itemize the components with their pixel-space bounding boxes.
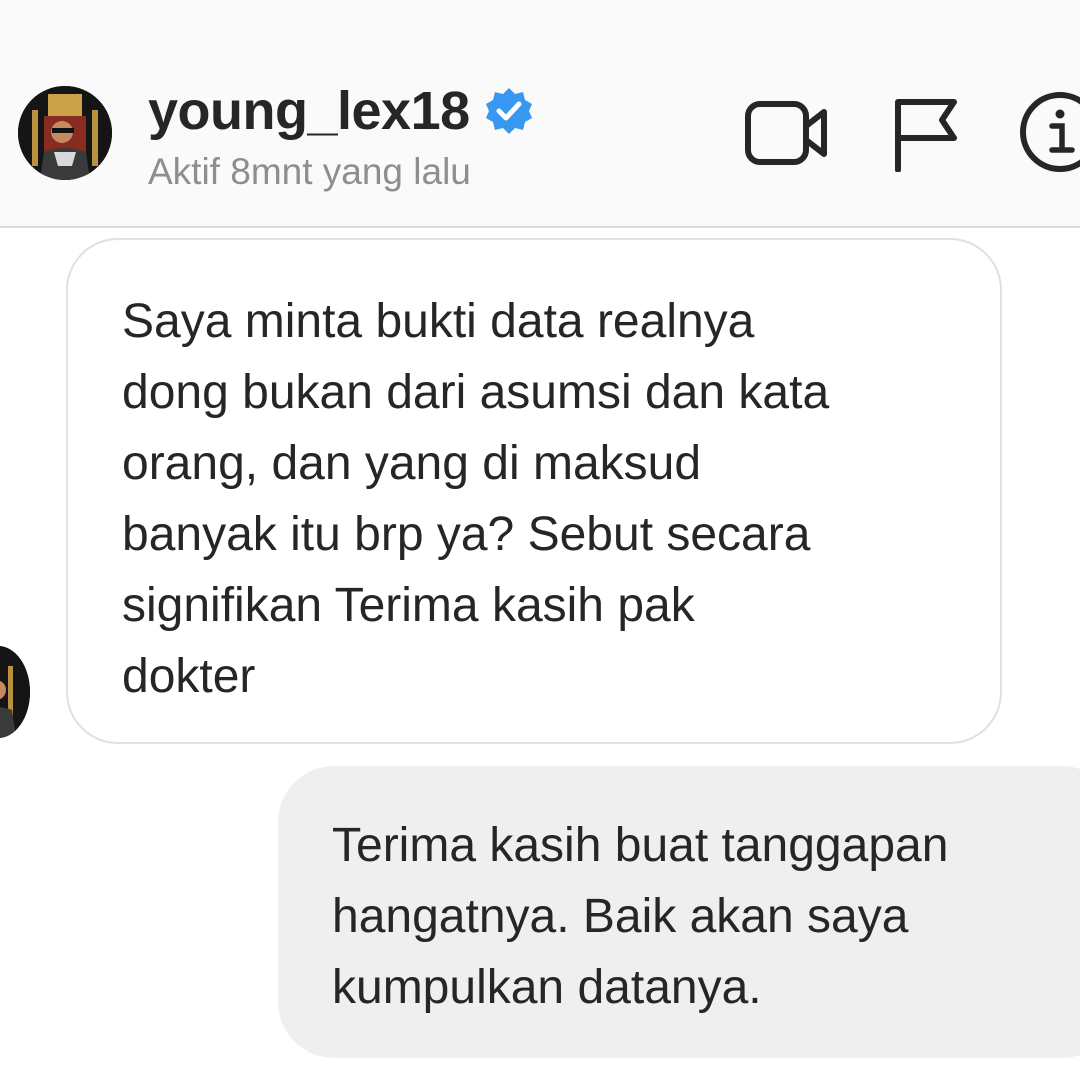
info-icon [1020,92,1080,172]
active-status: Aktif 8mnt yang lalu [148,151,471,192]
outgoing-message-bubble[interactable]: Terima kasih buat tanggapan hangatnya. B… [278,766,1080,1058]
flag-icon [895,99,957,172]
incoming-message-bubble[interactable]: Saya minta bukti data realnya dong bukan… [66,238,1002,744]
incoming-message-text: Saya minta bukti data realnya dong bukan… [122,295,830,703]
message-thread[interactable]: Saya minta bukti data realnya dong bukan… [0,228,1080,1080]
video-call-button[interactable] [744,98,830,168]
avatar-image [18,86,112,180]
username-row[interactable]: young_lex18 [148,78,534,144]
username[interactable]: young_lex18 [148,84,470,138]
verified-badge-icon [485,88,532,134]
info-button[interactable] [1018,90,1080,174]
report-button[interactable] [892,96,958,172]
outgoing-message-text: Terima kasih buat tanggapan hangatnya. B… [332,819,949,1014]
video-call-icon [745,101,827,165]
chat-header: young_lex18 Aktif 8mnt yang lalu [0,0,1080,228]
profile-avatar[interactable] [18,86,112,180]
